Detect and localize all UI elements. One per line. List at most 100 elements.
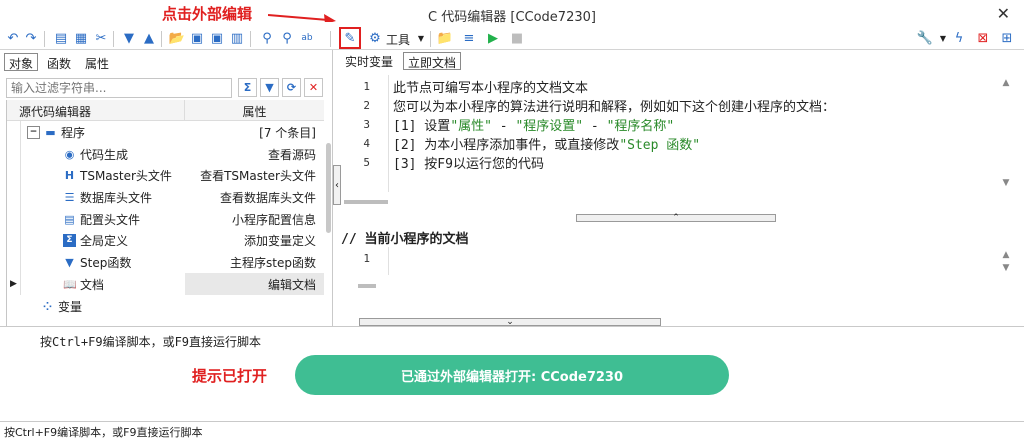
run-icon[interactable]: ▶ bbox=[484, 29, 502, 47]
tree-row-label: 代码生成 bbox=[80, 147, 129, 162]
left-scrollbar[interactable] bbox=[323, 143, 332, 243]
output-panel: 按Ctrl+F9编译脚本，或F9直接运行脚本 提示已打开 已通过外部编辑器打开:… bbox=[0, 326, 1024, 421]
code-string: "程序设置" bbox=[515, 119, 584, 134]
annotation-arrow-icon bbox=[268, 14, 336, 22]
global-def-icon: Σ bbox=[63, 234, 76, 248]
tree-row-label: 程序 bbox=[61, 126, 86, 140]
open-folder-icon[interactable]: 📂 bbox=[168, 29, 186, 47]
code-line: [1] 设置"属性" - "程序设置" - "程序名称" bbox=[393, 115, 674, 134]
refresh-icon[interactable]: ⟳ bbox=[282, 78, 301, 97]
scroll-down-icon[interactable]: ▼ bbox=[999, 263, 1013, 273]
code-text: [3] 按F9以运行您的代码 bbox=[393, 157, 544, 172]
move-down-icon[interactable]: ▼ bbox=[120, 29, 138, 47]
tree-row-step-func[interactable]: ▼ Step函数 主程序step函数 bbox=[7, 251, 324, 273]
search-icon[interactable]: ⚲ bbox=[258, 29, 276, 47]
cut-icon[interactable]: ✂ bbox=[92, 29, 110, 47]
open-icon[interactable]: 📁 bbox=[436, 29, 454, 47]
line-numbers: 1 bbox=[341, 247, 389, 275]
toolbar-separator bbox=[250, 31, 251, 47]
toolbar-separator bbox=[430, 31, 431, 47]
expand-filter-icon[interactable]: Σ bbox=[238, 78, 257, 97]
tree-row-database-header[interactable]: ☰ 数据库头文件 查看数据库头文件 bbox=[7, 186, 324, 208]
program-icon: ▬ bbox=[45, 126, 56, 139]
close-button[interactable]: ✕ bbox=[997, 4, 1010, 23]
scroll-up-icon[interactable]: ▲ bbox=[999, 250, 1013, 260]
tree-row-variables[interactable]: ⁘ 变量 bbox=[7, 295, 324, 317]
clear-icon[interactable]: ≡ bbox=[460, 29, 478, 47]
scroll-down-icon[interactable]: ▼ bbox=[999, 178, 1013, 188]
code-text: [1] 设置 bbox=[393, 119, 451, 134]
tree-row-config-header[interactable]: ▤ 配置头文件 小程序配置信息 bbox=[7, 207, 324, 230]
splitter-down-icon[interactable]: ⌄ bbox=[359, 317, 661, 327]
grid-header: 源代码编辑器 属性 bbox=[7, 100, 324, 121]
flash-icon[interactable]: ϟ bbox=[950, 29, 968, 47]
document-icon: 📖 bbox=[63, 277, 77, 291]
tools-dropdown-icon[interactable]: ▼ bbox=[412, 29, 430, 47]
external-editor-toast: 已通过外部编辑器打开: CCode7230 bbox=[295, 355, 729, 395]
copy-icon[interactable]: ▤ bbox=[52, 29, 70, 47]
line-number: 1 bbox=[363, 252, 370, 265]
tree-row-global-def[interactable]: Σ 全局定义 添加变量定义 bbox=[7, 229, 324, 252]
code-line: [2] 为本小程序添加事件，或直接修改"Step 函数" bbox=[393, 134, 700, 153]
document-editor[interactable]: 1 2 3 4 5 此节点可编写本小程序的文档文本 您可以为本小程序的算法进行说… bbox=[341, 75, 1013, 192]
code-string: "Step 函数" bbox=[619, 138, 701, 153]
column-header-source[interactable]: 源代码编辑器 bbox=[7, 100, 185, 120]
line-numbers: 1 2 3 4 5 bbox=[341, 75, 389, 192]
export-icon[interactable]: ▥ bbox=[228, 29, 246, 47]
save-as-icon[interactable]: ▣ bbox=[208, 29, 226, 47]
tab-objects[interactable]: 对象 bbox=[4, 53, 39, 71]
code-line: 此节点可编写本小程序的文档文本 bbox=[393, 77, 588, 96]
toolbar-separator bbox=[44, 31, 45, 47]
paste-icon[interactable]: ▦ bbox=[72, 29, 90, 47]
tree-row-program[interactable]: − ▬ 程序 [7 个条目] bbox=[7, 121, 324, 143]
tree-row-value: 查看数据库头文件 bbox=[219, 191, 316, 206]
tree-row-document[interactable]: ▶ 📖 文档 编辑文档 bbox=[7, 272, 324, 295]
tools-menu-button[interactable]: 工具 bbox=[386, 31, 410, 48]
redo-icon[interactable]: ↷ bbox=[22, 29, 40, 47]
tree-row-value: 添加变量定义 bbox=[243, 234, 316, 249]
toolbar-separator bbox=[330, 31, 331, 47]
filter-input[interactable] bbox=[6, 78, 232, 98]
left-splitter-collapse-icon[interactable]: ‹ bbox=[333, 165, 341, 205]
wrench-icon[interactable]: 🔧 bbox=[916, 29, 934, 47]
code-area[interactable]: 此节点可编写本小程序的文档文本 您可以为本小程序的算法进行说明和解释，例如如下这… bbox=[393, 75, 835, 180]
tree-row-label: Step函数 bbox=[80, 256, 132, 271]
splitter-up-icon[interactable]: ⌃ bbox=[576, 213, 776, 223]
current-doc-editor[interactable]: 1 ▲ ▼ bbox=[341, 247, 1013, 295]
replace-icon[interactable]: ⚲ bbox=[278, 29, 296, 47]
stop-icon[interactable]: ■ bbox=[508, 29, 526, 47]
line-number: 2 bbox=[363, 99, 370, 112]
filter-down-icon[interactable]: ▼ bbox=[260, 78, 279, 97]
undo-icon[interactable]: ↶ bbox=[4, 29, 22, 47]
tree-row-code-gen[interactable]: ◉ 代码生成 查看源码 bbox=[7, 142, 324, 165]
code-string: "程序名称" bbox=[606, 119, 675, 134]
abc-icon[interactable]: ab bbox=[298, 29, 316, 47]
scrollbar-thumb[interactable] bbox=[326, 143, 331, 233]
code-gen-icon: ◉ bbox=[64, 147, 75, 161]
delete-icon[interactable]: ⊠ bbox=[974, 29, 992, 47]
save-icon[interactable]: ▣ bbox=[188, 29, 206, 47]
tab-properties[interactable]: 属性 bbox=[80, 53, 114, 71]
window-title: C 代码编辑器 [CCode7230] bbox=[428, 10, 596, 25]
editor-hscroll-thumb[interactable] bbox=[344, 200, 388, 204]
external-edit-pencil-icon[interactable]: ✎ bbox=[339, 27, 361, 49]
status-text: 按Ctrl+F9编译脚本，或F9直接运行脚本 bbox=[4, 426, 203, 439]
tree-row-label: 配置头文件 bbox=[80, 212, 141, 227]
tab-realtime-vars[interactable]: 实时变量 bbox=[341, 52, 397, 70]
doc-hscroll-thumb[interactable] bbox=[358, 284, 376, 288]
move-up-icon[interactable]: ▲ bbox=[140, 29, 158, 47]
tree-row-tsmaster-header[interactable]: H TSMaster头文件 查看TSMaster头文件 bbox=[7, 164, 324, 187]
line-number: 3 bbox=[363, 118, 370, 131]
gear-icon[interactable]: ⚙ bbox=[366, 29, 384, 47]
tree-row-value: 查看TSMaster头文件 bbox=[200, 169, 316, 184]
annotation-prompt-opened: 提示已打开 bbox=[192, 367, 268, 385]
collapse-icon[interactable]: − bbox=[27, 126, 40, 139]
settings-icon[interactable]: ⊞ bbox=[998, 29, 1016, 47]
tab-functions[interactable]: 函数 bbox=[42, 53, 76, 71]
line-number: 4 bbox=[363, 137, 370, 150]
tab-immediate-doc[interactable]: 立即文档 bbox=[403, 52, 462, 70]
title-bar: C 代码编辑器 [CCode7230] 点击外部编辑 ✕ bbox=[0, 0, 1024, 27]
scroll-up-icon[interactable]: ▲ bbox=[999, 78, 1013, 88]
column-header-property[interactable]: 属性 bbox=[185, 100, 324, 120]
clear-filter-icon[interactable]: ✕ bbox=[304, 78, 323, 97]
